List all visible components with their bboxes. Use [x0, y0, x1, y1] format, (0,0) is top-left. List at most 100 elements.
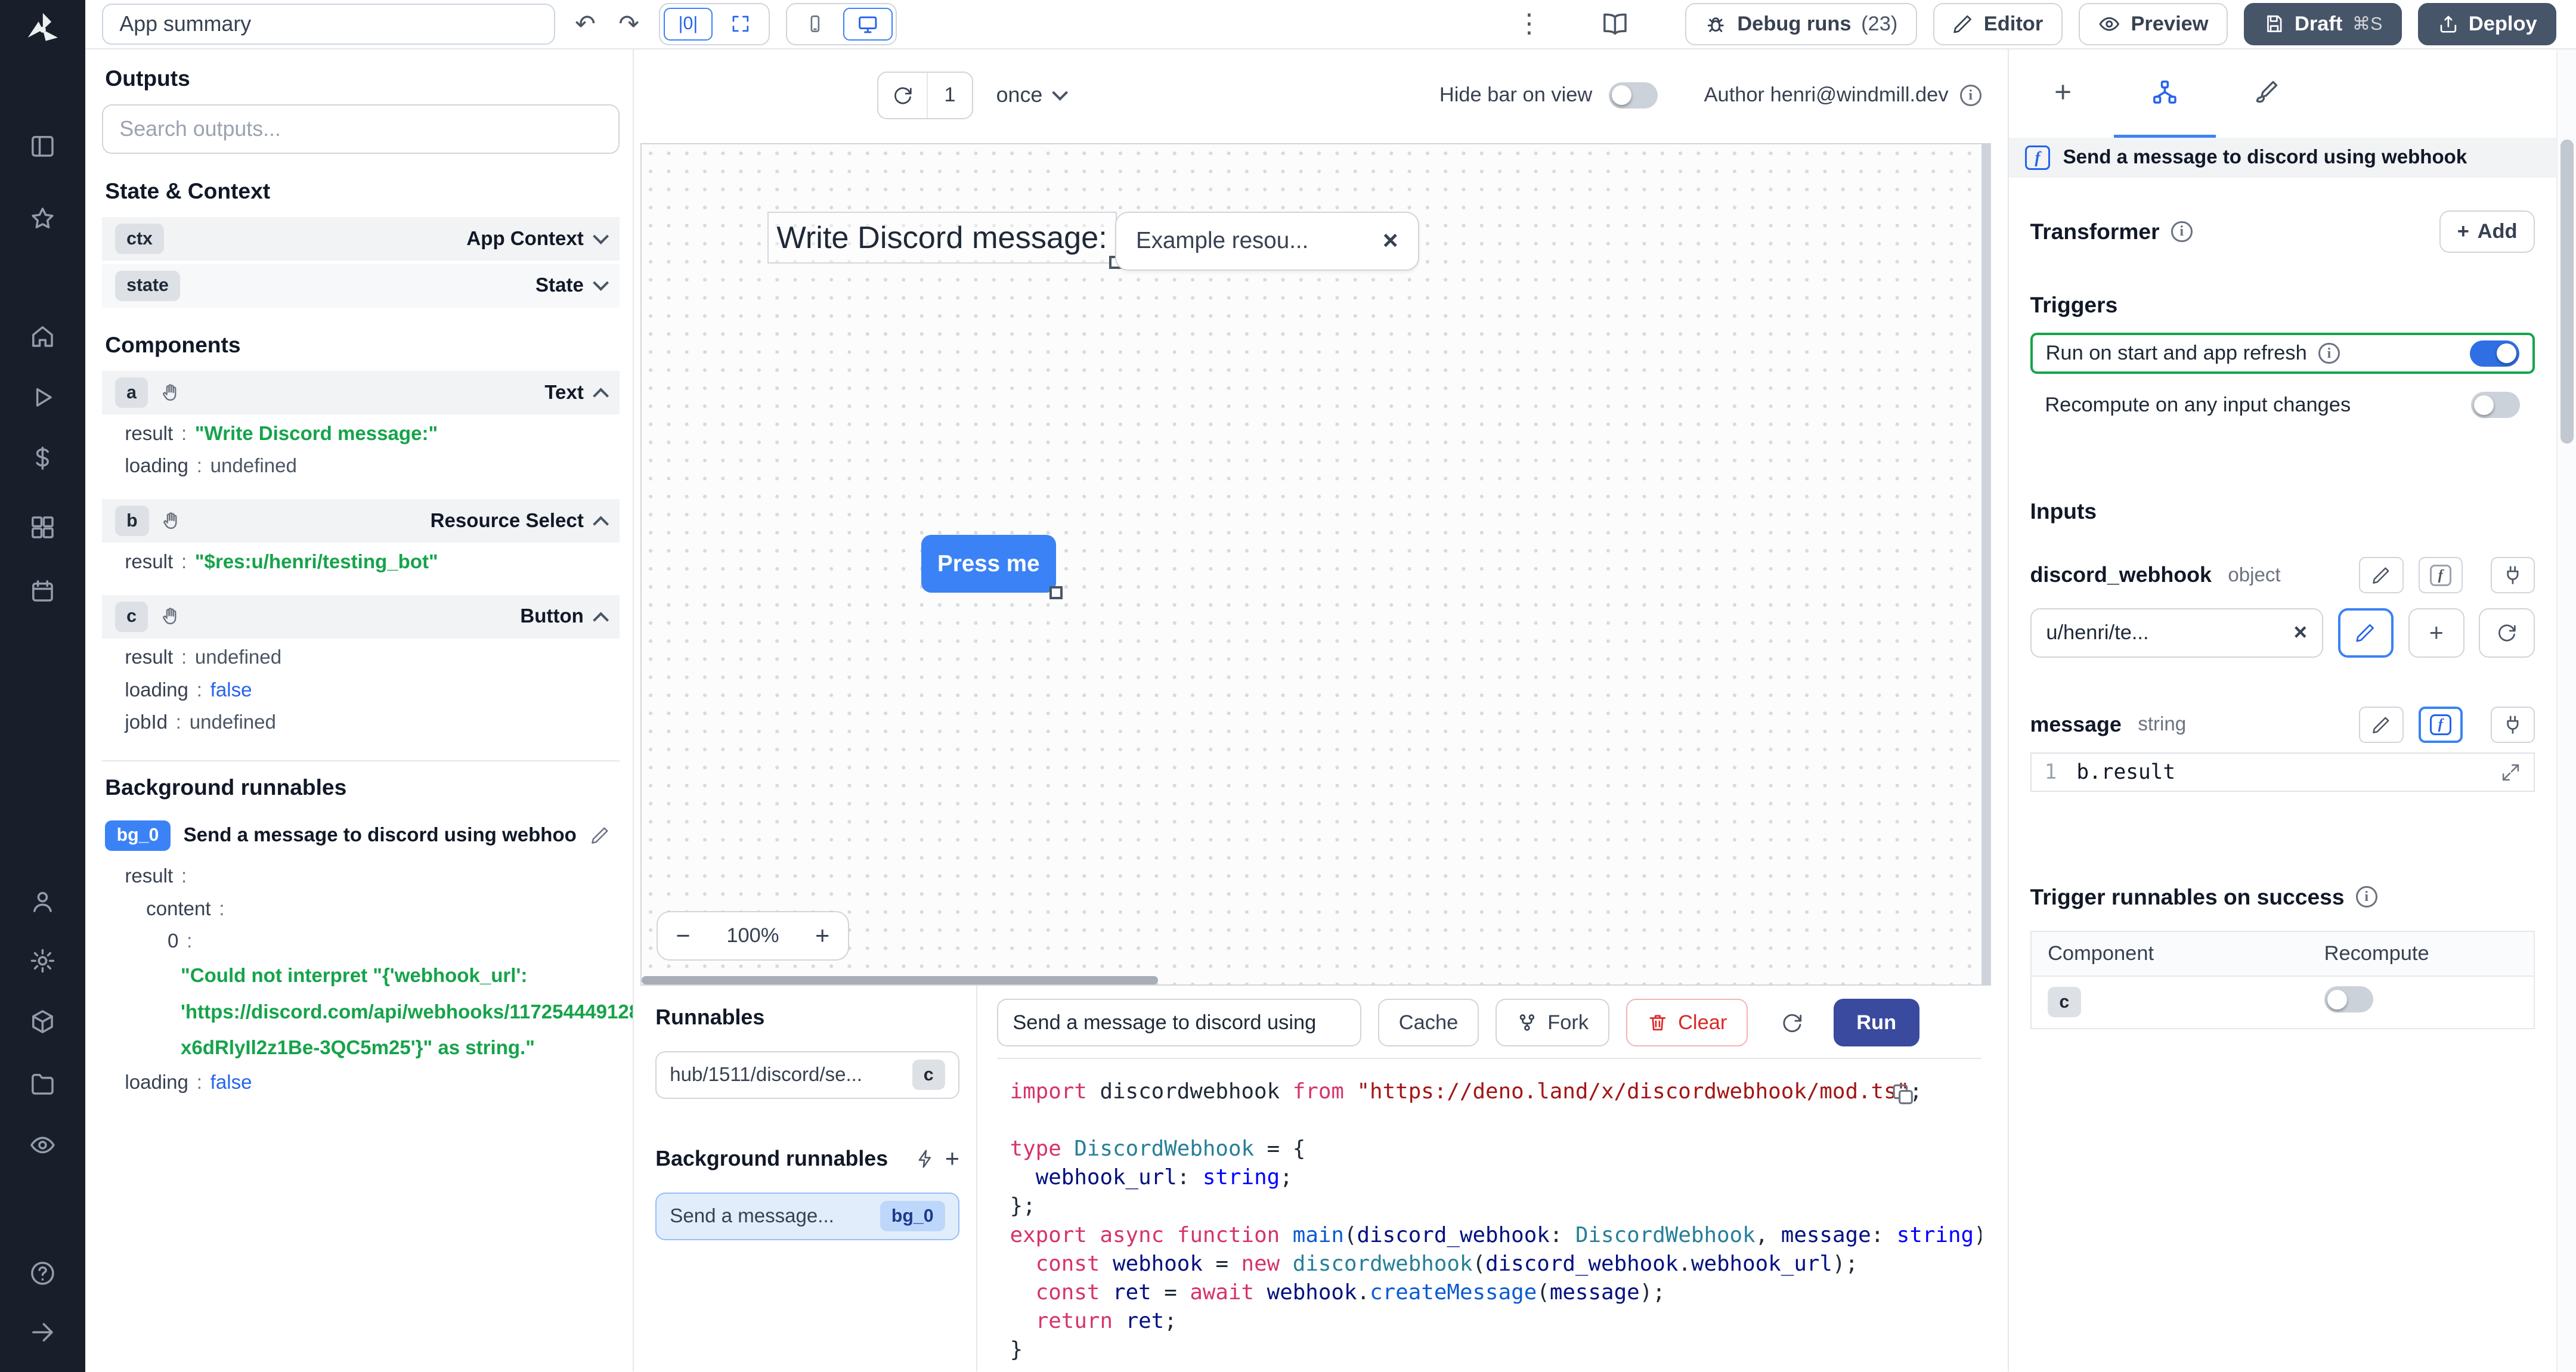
preview-button[interactable]: Preview: [2079, 2, 2228, 46]
apps-grid-icon[interactable]: [21, 507, 64, 547]
chevron-up-icon[interactable]: [593, 612, 609, 628]
button-component[interactable]: Press me: [921, 535, 1063, 599]
windmill-logo-icon[interactable]: [21, 8, 64, 58]
debug-runs-button[interactable]: Debug runs (23): [1685, 2, 1917, 46]
add-transformer-button[interactable]: + Add: [2439, 210, 2535, 253]
info-icon[interactable]: [1959, 84, 1981, 106]
recompute-toggle[interactable]: [2470, 392, 2521, 419]
run-button[interactable]: Run: [1833, 999, 1919, 1046]
page-scrollbar[interactable]: [2556, 49, 2576, 1372]
connect-mode-button[interactable]: [2490, 557, 2535, 594]
canvas-horizontal-scrollbar[interactable]: [642, 976, 1158, 985]
script-runner-panel: Send a message to discord using Cache Fo…: [976, 986, 2008, 1372]
refresh-script-button[interactable]: [1781, 1011, 1804, 1035]
hand-pointer-icon[interactable]: [160, 510, 182, 532]
zoom-in-button[interactable]: +: [815, 922, 829, 950]
ctx-row[interactable]: ctx App Context: [101, 217, 620, 261]
component-row-b[interactable]: b Resource Select: [101, 499, 620, 543]
resource-picker-input[interactable]: u/henri/te... ×: [2030, 608, 2323, 658]
zoom-out-button[interactable]: −: [676, 922, 691, 950]
runnable-item[interactable]: hub/1511/discord/se... c: [655, 1051, 959, 1099]
background-runnable-row[interactable]: bg_0 Send a message to discord using web…: [102, 814, 620, 857]
scrollbar-thumb[interactable]: [2560, 140, 2574, 444]
editor-button[interactable]: Editor: [1933, 2, 2063, 46]
info-icon[interactable]: [2171, 221, 2193, 243]
edit-resource-button[interactable]: [2337, 608, 2394, 658]
state-row[interactable]: state State: [101, 264, 620, 308]
schedules-calendar-icon[interactable]: [21, 572, 64, 611]
component-settings-tab[interactable]: [2114, 49, 2216, 138]
fork-button[interactable]: Fork: [1495, 999, 1610, 1046]
app-canvas[interactable]: Write Discord message: Example resou... …: [640, 143, 1992, 986]
app-summary-input[interactable]: [101, 3, 556, 45]
refresh-resources-button[interactable]: [2479, 608, 2535, 658]
script-title-input[interactable]: Send a message to discord using: [996, 999, 1362, 1046]
edit-pencil-icon[interactable]: [590, 825, 610, 845]
eval-mode-button[interactable]: [2418, 557, 2463, 594]
home-icon[interactable]: [21, 317, 64, 357]
refresh-app-button[interactable]: [878, 72, 928, 118]
resources-package-icon[interactable]: [21, 1002, 64, 1042]
help-icon[interactable]: [21, 1253, 64, 1293]
variables-dollar-icon[interactable]: [21, 438, 64, 478]
expression-editor[interactable]: 1 b.result: [2030, 752, 2535, 792]
clear-selection-icon[interactable]: ×: [1383, 228, 1398, 254]
expand-icon[interactable]: [2501, 763, 2521, 782]
undo-button[interactable]: ↶: [572, 8, 599, 39]
redo-button[interactable]: ↷: [615, 8, 643, 39]
refresh-interval-dropdown[interactable]: once: [986, 83, 1075, 107]
center-canvas-toggle[interactable]: |0|: [663, 7, 713, 41]
workspace-panel-icon[interactable]: [21, 126, 64, 166]
eval-mode-button[interactable]: [2418, 707, 2463, 743]
fullscreen-toggle[interactable]: [716, 8, 766, 41]
runs-play-icon[interactable]: [21, 378, 64, 417]
draft-button[interactable]: Draft ⌘S: [2244, 2, 2402, 46]
static-mode-button[interactable]: [2359, 707, 2404, 743]
chevron-up-icon[interactable]: [593, 388, 609, 404]
cache-button[interactable]: Cache: [1377, 999, 1479, 1046]
background-runnable-item[interactable]: Send a message... bg_0: [655, 1192, 959, 1240]
search-outputs-input[interactable]: [101, 104, 620, 154]
chevron-down-icon[interactable]: [593, 275, 609, 292]
copy-icon[interactable]: [1891, 1082, 1915, 1107]
component-row-a[interactable]: a Text: [101, 371, 620, 415]
mobile-view-toggle[interactable]: [791, 8, 840, 41]
hide-bar-toggle[interactable]: [1608, 82, 1658, 109]
canvas-vertical-scrollbar[interactable]: [1981, 144, 1990, 985]
text-component[interactable]: Write Discord message:: [767, 212, 1122, 270]
insert-component-tab[interactable]: +: [2012, 49, 2114, 138]
docs-book-icon[interactable]: [1598, 7, 1633, 41]
create-resource-button[interactable]: +: [2408, 608, 2464, 658]
chevron-up-icon[interactable]: [593, 516, 609, 532]
desktop-view-toggle[interactable]: [843, 7, 893, 41]
recompute-c-toggle[interactable]: [2324, 986, 2374, 1013]
folders-icon[interactable]: [21, 1064, 64, 1104]
favorites-star-icon[interactable]: [21, 199, 64, 238]
run-on-start-toggle[interactable]: [2470, 340, 2520, 367]
code-editor[interactable]: import discordwebhook from "https://deno…: [997, 1059, 1981, 1364]
styling-tab[interactable]: [2216, 49, 2318, 138]
info-icon[interactable]: [2318, 342, 2340, 364]
hand-pointer-icon[interactable]: [160, 606, 181, 627]
resource-select-component[interactable]: Example resou... ×: [1114, 211, 1419, 271]
settings-gear-icon[interactable]: [21, 941, 64, 981]
hand-pointer-icon[interactable]: [160, 382, 181, 404]
audit-eye-icon[interactable]: [21, 1125, 64, 1165]
resize-handle[interactable]: [1049, 586, 1063, 599]
collapse-arrow-right-icon[interactable]: [21, 1312, 64, 1352]
deploy-button[interactable]: Deploy: [2418, 2, 2556, 46]
add-background-runnable-button[interactable]: +: [945, 1146, 959, 1171]
more-menu-button[interactable]: ⋮: [1513, 8, 1546, 41]
runnable-component-badge: c: [912, 1060, 945, 1091]
user-icon[interactable]: [21, 882, 64, 922]
info-icon[interactable]: [2355, 886, 2377, 908]
static-mode-button[interactable]: [2359, 557, 2404, 594]
nodes-icon: [2153, 80, 2176, 104]
clear-resource-icon[interactable]: ×: [2293, 621, 2307, 645]
chevron-down-icon[interactable]: [593, 228, 609, 245]
component-row-c[interactable]: c Button: [101, 594, 620, 639]
refresh-group: 1: [877, 71, 974, 119]
plus-icon: +: [2429, 618, 2444, 646]
connect-mode-button[interactable]: [2490, 707, 2535, 743]
clear-button[interactable]: Clear: [1626, 999, 1748, 1046]
